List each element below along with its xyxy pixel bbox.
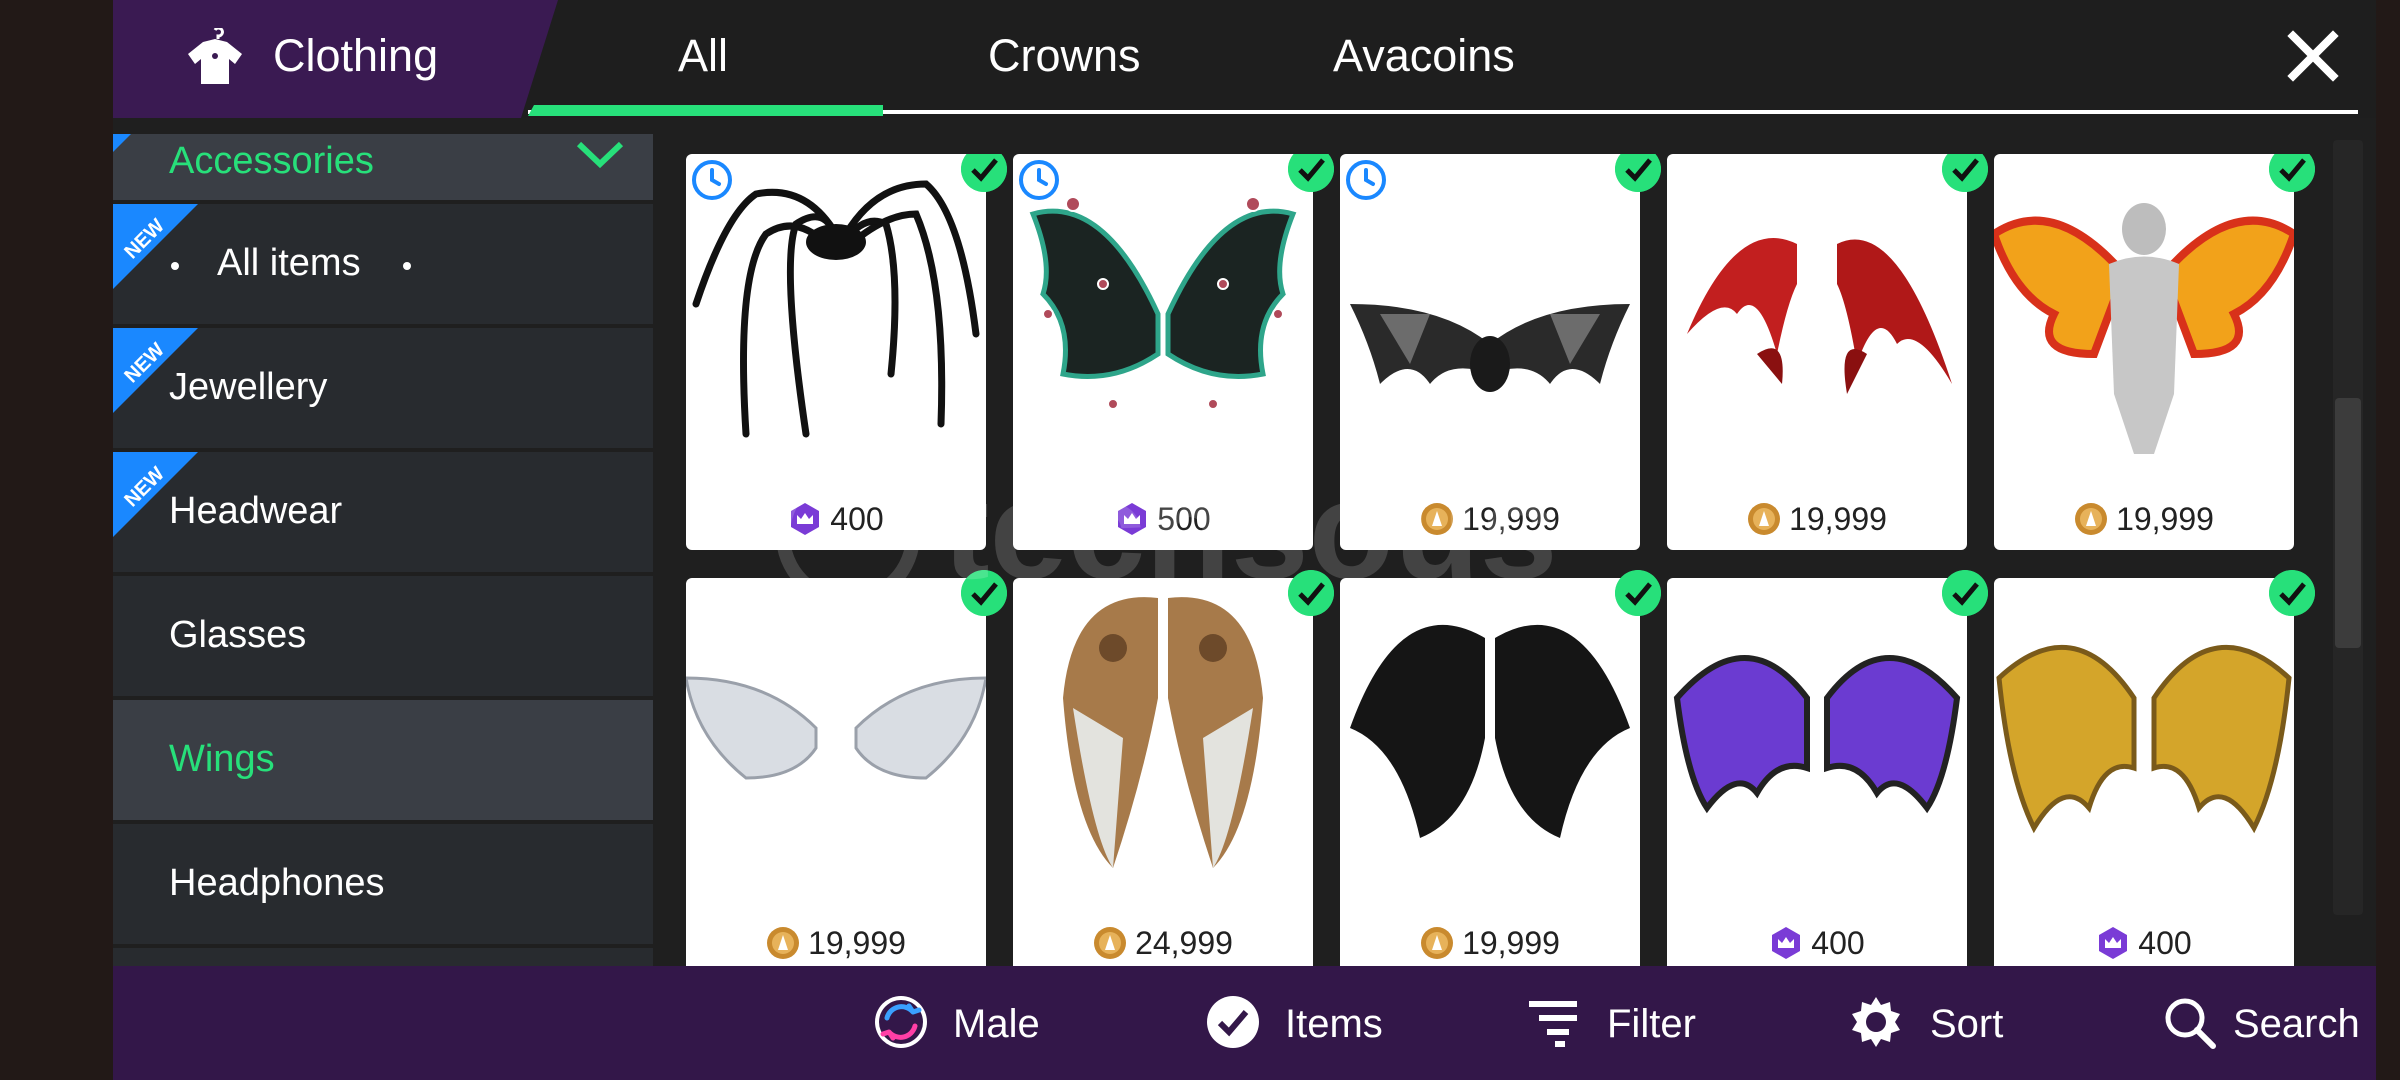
item-card[interactable]: 24,999 bbox=[1013, 578, 1313, 966]
crown-currency-icon bbox=[1772, 927, 1801, 959]
sidebar-item-glasses[interactable]: Glasses bbox=[113, 576, 653, 696]
sidebar-item-accessories[interactable]: Accessories bbox=[113, 134, 653, 200]
avacoin-currency-icon bbox=[2075, 503, 2108, 535]
clothing-shop-panel: Clothing All Crowns Avacoins Accessories… bbox=[113, 0, 2376, 1080]
collapse-arrow-icon bbox=[577, 141, 623, 169]
filter-label: Filter bbox=[1607, 1002, 1696, 1046]
category-sidebar: Accessories NEW All items NEW Jewellery … bbox=[113, 134, 653, 966]
check-circle-icon bbox=[1207, 996, 1259, 1048]
search-label: Search bbox=[2233, 1002, 2360, 1046]
owned-check-icon bbox=[2269, 154, 2315, 192]
item-price: 24,999 bbox=[1013, 925, 1313, 962]
clock-icon bbox=[1346, 160, 1386, 200]
sidebar-item-label: Wings bbox=[169, 738, 275, 780]
item-card[interactable]: 19,999 bbox=[686, 578, 986, 966]
avacoin-currency-icon bbox=[1094, 927, 1127, 959]
avacoin-currency-icon bbox=[1421, 927, 1454, 959]
filter-icon bbox=[1529, 1001, 1577, 1047]
white-angel-wings-item-image bbox=[686, 676, 986, 780]
item-price: 400 bbox=[1667, 925, 1967, 962]
item-price: 19,999 bbox=[1340, 925, 1640, 962]
item-card[interactable]: 400 bbox=[1994, 578, 2294, 966]
svg-text:techsous: techsous bbox=[943, 460, 1558, 608]
owned-check-icon bbox=[961, 154, 1007, 192]
steampunk-wings-item-image bbox=[1063, 597, 1263, 868]
items-label: Items bbox=[1285, 1002, 1383, 1046]
tab-all[interactable]: All bbox=[678, 30, 728, 82]
clock-icon bbox=[692, 160, 732, 200]
new-ribbon-corner bbox=[113, 134, 131, 152]
red-demon-wings-item-image bbox=[1687, 238, 1952, 394]
item-card[interactable]: 19,999 bbox=[1994, 154, 2294, 550]
owned-check-icon bbox=[2269, 570, 2315, 616]
new-badge: NEW bbox=[113, 204, 198, 289]
category-title: Clothing bbox=[273, 30, 439, 81]
sidebar-item-headphones[interactable]: Headphones bbox=[113, 824, 653, 944]
close-icon[interactable] bbox=[2285, 28, 2341, 84]
top-bar: Clothing All Crowns Avacoins bbox=[113, 0, 2376, 118]
tab-crowns[interactable]: Crowns bbox=[988, 30, 1141, 82]
item-card[interactable]: 400 bbox=[1667, 578, 1967, 966]
sidebar-item-all-items[interactable]: NEW All items bbox=[113, 204, 653, 324]
sidebar-item-label: Headphones bbox=[169, 862, 385, 904]
bullet-right-icon bbox=[403, 262, 411, 270]
sidebar-item-label: Glasses bbox=[169, 614, 307, 656]
owned-check-icon bbox=[1288, 154, 1334, 192]
screen-edge-left bbox=[0, 0, 113, 1080]
bottom-toolbar: Male Items Filter Sort Search bbox=[113, 966, 2376, 1080]
sort-label: Sort bbox=[1930, 1002, 2004, 1046]
item-price: 19,999 bbox=[1994, 501, 2294, 538]
purple-dragon-wings-item-image bbox=[1673, 655, 1961, 814]
gold-dragon-wings-item-image bbox=[1996, 644, 2292, 834]
gear-icon bbox=[1852, 997, 1900, 1047]
active-tab-indicator bbox=[528, 105, 883, 116]
owned-check-icon bbox=[1942, 570, 1988, 616]
tab-avacoins[interactable]: Avacoins bbox=[1333, 30, 1515, 82]
crown-currency-icon bbox=[2099, 927, 2128, 959]
owned-check-icon bbox=[1615, 154, 1661, 192]
sidebar-item-label: All items bbox=[217, 242, 361, 284]
black-feather-wings-item-image bbox=[1350, 624, 1630, 838]
sidebar-item-partial[interactable] bbox=[113, 948, 653, 966]
gender-switch-icon bbox=[875, 996, 927, 1048]
search-icon bbox=[2165, 998, 2216, 1049]
clock-icon bbox=[1019, 160, 1059, 200]
shirt-icon bbox=[188, 28, 242, 84]
item-price: 19,999 bbox=[686, 925, 986, 962]
sidebar-item-label: Headwear bbox=[169, 490, 343, 532]
bullet-left-icon bbox=[171, 262, 179, 270]
sidebar-item-label: Jewellery bbox=[169, 366, 328, 408]
sidebar-item-jewellery[interactable]: NEW Jewellery bbox=[113, 328, 653, 448]
avacoin-currency-icon bbox=[767, 927, 800, 959]
category-header: Clothing bbox=[113, 0, 558, 118]
grid-scrollbar-thumb[interactable] bbox=[2335, 398, 2361, 648]
fire-wings-item-image bbox=[1994, 203, 2294, 454]
sidebar-item-wings[interactable]: Wings bbox=[113, 700, 653, 820]
sidebar-item-headwear[interactable]: NEW Headwear bbox=[113, 452, 653, 572]
gender-label: Male bbox=[953, 1002, 1040, 1046]
item-price: 400 bbox=[1994, 925, 2294, 962]
screen-edge-right bbox=[2376, 0, 2400, 1080]
item-card[interactable]: 19,999 bbox=[1340, 578, 1640, 966]
watermark-logo: techsous bbox=[776, 460, 1558, 608]
owned-check-icon bbox=[1942, 154, 1988, 192]
sidebar-item-label: Accessories bbox=[169, 140, 374, 182]
